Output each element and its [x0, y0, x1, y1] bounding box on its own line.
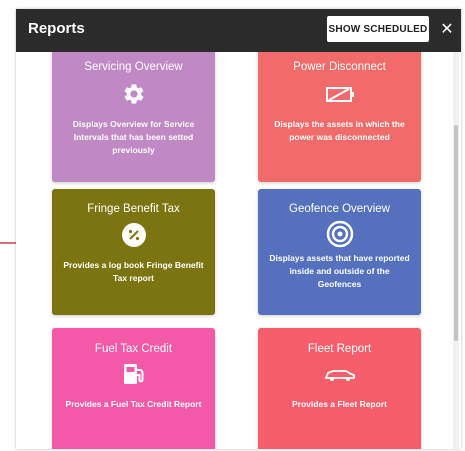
- report-card-servicing-overview[interactable]: Servicing Overview Displays Overview for…: [52, 52, 215, 182]
- close-icon[interactable]: ✕: [437, 18, 457, 40]
- card-title: Power Disconnect: [293, 61, 386, 73]
- reports-dialog: Reports SHOW SCHEDULED ✕ Servicing Overv…: [16, 9, 461, 449]
- percent-icon: [121, 223, 146, 247]
- card-title: Geofence Overview: [289, 203, 390, 215]
- card-title: Fleet Report: [307, 343, 372, 355]
- card-title: Servicing Overview: [84, 61, 183, 73]
- reports-grid: Servicing Overview Displays Overview for…: [16, 52, 461, 449]
- card-description: Provides a log book Fringe Benefit Tax r…: [63, 260, 204, 283]
- dialog-title: Reports: [28, 20, 85, 37]
- card-title: Fuel Tax Credit: [94, 343, 173, 355]
- scrollbar-thumb[interactable]: [454, 125, 458, 341]
- report-card-fringe-benefit-tax[interactable]: Fringe Benefit Tax Provides a log book F…: [52, 189, 215, 315]
- report-card-power-disconnect[interactable]: Power Disconnect Displays the assets in …: [258, 52, 421, 182]
- report-card-geofence-overview[interactable]: Geofence Overview Displays assets that h…: [258, 189, 421, 315]
- card-description: Provides a Fleet Report: [292, 399, 387, 409]
- card-description: Displays Overview for Service Intervals …: [72, 119, 195, 155]
- report-card-fleet-report[interactable]: Fleet Report Provides a Fleet Report: [258, 328, 421, 449]
- card-title: Fringe Benefit Tax: [87, 203, 180, 215]
- show-scheduled-button[interactable]: SHOW SCHEDULED: [327, 16, 429, 42]
- dialog-header: Reports SHOW SCHEDULED ✕: [16, 9, 461, 52]
- geofence-icon: [326, 220, 353, 248]
- battery-disconnect-icon: [325, 87, 354, 102]
- card-description: Displays the assets in which the power w…: [274, 119, 405, 142]
- report-card-fuel-tax-credit[interactable]: Fuel Tax Credit Provides a Fuel Tax Cred…: [52, 328, 215, 449]
- gear-icon: [124, 84, 143, 104]
- card-description: Displays assets that have reported insid…: [269, 253, 410, 289]
- card-description: Provides a Fuel Tax Credit Report: [65, 399, 202, 409]
- car-icon: [324, 370, 355, 381]
- fuel-pump-icon: [123, 364, 143, 384]
